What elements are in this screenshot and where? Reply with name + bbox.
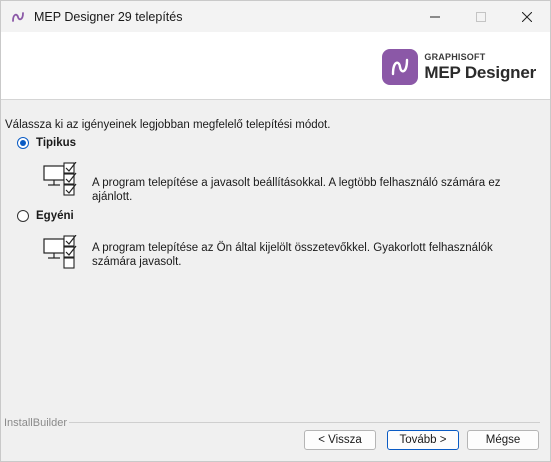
content-area: Válassza ki az igényeinek legjobban megf… bbox=[1, 100, 550, 420]
close-button[interactable] bbox=[504, 1, 550, 32]
mep-logo-icon bbox=[382, 49, 419, 85]
footer-divider bbox=[69, 422, 540, 423]
title-bar[interactable]: MEP Designer 29 telepítés bbox=[1, 1, 550, 32]
cancel-button[interactable]: Mégse bbox=[467, 430, 539, 450]
minimize-button[interactable] bbox=[412, 1, 458, 32]
monitor-checklist-icon bbox=[43, 234, 77, 269]
radio-typical[interactable] bbox=[17, 137, 29, 149]
maximize-button[interactable] bbox=[458, 1, 504, 32]
graphisoft-logo: GRAPHISOFT MEP Designer bbox=[382, 49, 536, 85]
monitor-checklist-icon bbox=[43, 161, 77, 196]
minimize-icon bbox=[430, 16, 440, 17]
window-title: MEP Designer 29 telepítés bbox=[34, 9, 183, 24]
option-description-custom: A program telepítése az Ön által kijelöl… bbox=[92, 242, 493, 268]
next-button[interactable]: Tovább > bbox=[387, 430, 459, 450]
radio-option-custom[interactable]: Egyéni bbox=[17, 210, 74, 222]
footer: InstallBuilder < Vissza Tovább > Mégse bbox=[1, 417, 550, 461]
maximize-icon bbox=[476, 11, 486, 22]
option-description-typical: A program telepítése a javasolt beállítá… bbox=[92, 177, 501, 203]
header-banner: GRAPHISOFT MEP Designer bbox=[1, 32, 550, 100]
installbuilder-label: InstallBuilder bbox=[4, 417, 67, 429]
logo-product: MEP Designer bbox=[424, 63, 536, 82]
close-icon bbox=[522, 11, 532, 22]
installer-window: MEP Designer 29 telepítés GRAPHISOFT MEP… bbox=[0, 0, 551, 462]
logo-brand: GRAPHISOFT bbox=[424, 52, 486, 62]
app-logo-icon bbox=[10, 9, 26, 25]
intro-text: Válassza ki az igényeinek legjobban megf… bbox=[5, 119, 331, 131]
radio-custom[interactable] bbox=[17, 210, 29, 222]
radio-option-typical[interactable]: Tipikus bbox=[17, 137, 76, 149]
option-label-typical: Tipikus bbox=[36, 137, 77, 149]
back-button[interactable]: < Vissza bbox=[304, 430, 376, 450]
option-label-custom: Egyéni bbox=[36, 210, 74, 222]
